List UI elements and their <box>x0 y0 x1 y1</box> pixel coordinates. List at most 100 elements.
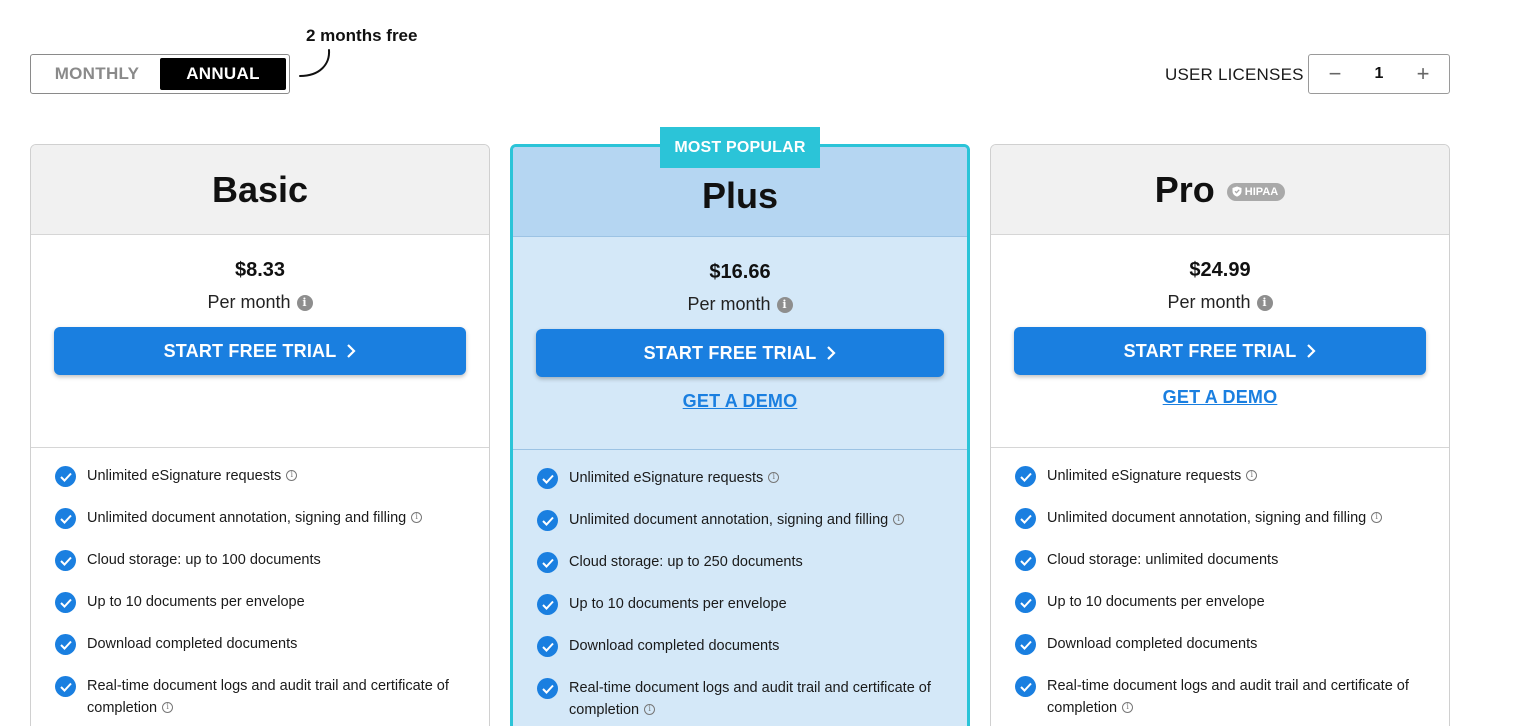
feature-text: Up to 10 documents per envelope <box>87 594 305 610</box>
feature-item: Real-time document logs and audit trail … <box>537 678 943 721</box>
plan-name: Plus <box>701 174 779 216</box>
plan-price: $16.66 <box>709 261 771 283</box>
feature-text: Download completed documents <box>569 638 780 654</box>
feature-text: Real-time document logs and audit trail … <box>1047 678 1409 716</box>
check-circle-icon <box>537 636 558 657</box>
check-circle-icon <box>537 468 558 489</box>
cta-label: START FREE TRIAL <box>643 342 817 363</box>
info-icon[interactable]: i <box>1122 701 1134 713</box>
check-circle-icon <box>537 552 558 573</box>
feature-item: Cloud storage: unlimited documents <box>1015 550 1425 571</box>
most-popular-badge: MOST POPULAR <box>660 127 820 168</box>
feature-item: Download completed documents <box>55 634 465 655</box>
check-circle-icon <box>55 592 76 613</box>
feature-text: Up to 10 documents per envelope <box>569 596 787 612</box>
price-period: Per month i <box>1167 292 1273 313</box>
feature-list: Unlimited eSignature requests i Unlimited… <box>991 448 1449 719</box>
feature-text: Real-time document logs and audit trail … <box>569 680 931 718</box>
feature-item: Unlimited document annotation, signing a… <box>1015 508 1425 529</box>
user-licenses-label: USER LICENSES <box>1165 65 1304 84</box>
feature-item: Unlimited eSignature requests i <box>1015 466 1425 487</box>
feature-list: Unlimited eSignature requests i Unlimited… <box>513 450 967 721</box>
check-circle-icon <box>1015 550 1036 571</box>
plan-name: Pro <box>1154 168 1215 210</box>
promo-note: 2 months free <box>306 26 418 45</box>
increment-button[interactable]: + <box>1413 63 1433 85</box>
feature-item: Unlimited document annotation, signing a… <box>55 508 465 529</box>
decrement-button[interactable]: − <box>1325 63 1345 85</box>
plan-pricing: $8.33 Per month i START FREE TRIAL <box>31 259 489 448</box>
check-circle-icon <box>55 676 76 697</box>
feature-text: Unlimited document annotation, signing a… <box>569 512 889 528</box>
plan-price: $8.33 <box>234 259 286 281</box>
feature-text: Unlimited eSignature requests <box>87 468 282 484</box>
plan-name: Basic <box>211 168 309 210</box>
feature-text: Unlimited document annotation, signing a… <box>87 510 407 526</box>
licenses-value[interactable]: 1 <box>1375 65 1384 83</box>
get-a-demo-link[interactable]: GET A DEMO <box>513 391 967 412</box>
info-icon[interactable]: i <box>1246 469 1258 481</box>
feature-item: Cloud storage: up to 250 documents <box>537 552 943 573</box>
cta-label: START FREE TRIAL <box>163 340 337 361</box>
feature-text: Cloud storage: up to 100 documents <box>87 552 321 568</box>
check-circle-icon <box>1015 466 1036 487</box>
check-circle-icon <box>1015 508 1036 529</box>
feature-text: Unlimited document annotation, signing a… <box>1047 510 1367 526</box>
info-icon[interactable]: i <box>776 296 793 313</box>
price-period-label: Per month <box>1167 292 1251 312</box>
chevron-right-icon <box>827 346 836 360</box>
plan-price: $24.99 <box>1189 259 1251 281</box>
check-circle-icon <box>1015 676 1036 697</box>
feature-text: Up to 10 documents per envelope <box>1047 594 1265 610</box>
info-icon[interactable]: i <box>286 469 298 481</box>
plan-header: Pro HIPAA <box>991 145 1449 235</box>
cta-label: START FREE TRIAL <box>1123 340 1297 361</box>
user-licenses-stepper: − 1 + <box>1308 54 1450 94</box>
feature-item: Up to 10 documents per envelope <box>537 594 943 615</box>
feature-item: Cloud storage: up to 100 documents <box>55 550 465 571</box>
info-icon[interactable]: i <box>296 294 313 311</box>
plan-card-basic: Basic $8.33 Per month i START FREE TRIAL… <box>30 144 490 726</box>
check-circle-icon <box>1015 592 1036 613</box>
chevron-right-icon <box>1307 344 1316 358</box>
check-circle-icon <box>537 510 558 531</box>
check-circle-icon <box>55 634 76 655</box>
plan-pricing: $24.99 Per month i START FREE TRIAL GET … <box>991 259 1449 448</box>
feature-item: Real-time document logs and audit trail … <box>1015 676 1425 719</box>
feature-text: Cloud storage: unlimited documents <box>1047 552 1279 568</box>
info-icon[interactable]: i <box>411 511 423 523</box>
price-period: Per month i <box>207 292 313 313</box>
info-icon[interactable]: i <box>768 471 780 483</box>
start-free-trial-button[interactable]: START FREE TRIAL <box>1014 327 1426 375</box>
feature-item: Unlimited eSignature requests i <box>537 468 943 489</box>
plan-pricing: $16.66 Per month i START FREE TRIAL GET … <box>513 261 967 450</box>
start-free-trial-button[interactable]: START FREE TRIAL <box>54 327 466 375</box>
shield-icon <box>1232 186 1242 197</box>
info-icon[interactable]: i <box>893 513 905 525</box>
annual-option[interactable]: ANNUAL <box>160 58 286 90</box>
feature-text: Unlimited eSignature requests <box>1047 468 1242 484</box>
check-circle-icon <box>55 508 76 529</box>
info-icon[interactable]: i <box>162 701 174 713</box>
billing-period-toggle[interactable]: MONTHLY ANNUAL <box>30 54 290 94</box>
check-circle-icon <box>55 550 76 571</box>
feature-text: Cloud storage: up to 250 documents <box>569 554 803 570</box>
check-circle-icon <box>537 594 558 615</box>
feature-item: Download completed documents <box>537 636 943 657</box>
info-icon[interactable]: i <box>1256 294 1273 311</box>
get-a-demo-link[interactable]: GET A DEMO <box>991 387 1449 408</box>
start-free-trial-button[interactable]: START FREE TRIAL <box>536 329 944 377</box>
plan-card-pro: Pro HIPAA $24.99 Per month i START FREE … <box>990 144 1450 726</box>
feature-item: Download completed documents <box>1015 634 1425 655</box>
monthly-option[interactable]: MONTHLY <box>34 58 160 90</box>
feature-text: Real-time document logs and audit trail … <box>87 678 449 716</box>
feature-item: Up to 10 documents per envelope <box>55 592 465 613</box>
info-icon[interactable]: i <box>1371 511 1383 523</box>
info-icon[interactable]: i <box>644 703 656 715</box>
feature-text: Download completed documents <box>87 636 298 652</box>
check-circle-icon <box>537 678 558 699</box>
curved-arrow-icon <box>299 49 331 77</box>
check-circle-icon <box>55 466 76 487</box>
hipaa-badge-label: HIPAA <box>1244 185 1279 198</box>
hipaa-badge: HIPAA <box>1226 182 1286 201</box>
